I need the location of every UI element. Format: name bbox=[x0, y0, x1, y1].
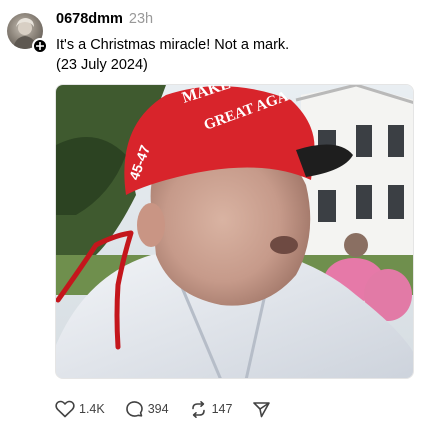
post-text-line: (23 July 2024) bbox=[56, 57, 148, 73]
thread-post: 0678dmm 23h It's a Christmas miracle! No… bbox=[0, 0, 448, 433]
reply-button[interactable]: 394 bbox=[125, 400, 169, 419]
post-text-line: It's a Christmas miracle! Not a mark. bbox=[56, 37, 290, 53]
like-button[interactable]: 1.4K bbox=[55, 400, 105, 418]
repost-count: 147 bbox=[211, 402, 233, 416]
speech-bubble-icon bbox=[125, 400, 143, 417]
plus-icon bbox=[36, 42, 44, 50]
reply-count: 394 bbox=[147, 402, 169, 416]
post-timestamp[interactable]: 23h bbox=[129, 11, 153, 27]
repost-icon bbox=[191, 400, 205, 418]
send-icon bbox=[253, 401, 271, 417]
username-link[interactable]: 0678dmm bbox=[56, 11, 123, 27]
heart-icon bbox=[55, 400, 75, 418]
photo-illustration: MAKE GREAT AGA 45-47 bbox=[56, 85, 413, 378]
share-button[interactable] bbox=[252, 400, 271, 419]
follow-button[interactable] bbox=[32, 38, 48, 54]
like-count: 1.4K bbox=[79, 402, 105, 416]
post-image[interactable]: MAKE GREAT AGA 45-47 bbox=[55, 84, 414, 379]
post-text: It's a Christmas miracle! Not a mark. (2… bbox=[56, 35, 289, 75]
repost-button[interactable]: 147 bbox=[189, 400, 233, 419]
action-bar: 1.4K 394 147 bbox=[55, 399, 271, 419]
avatar[interactable] bbox=[7, 13, 48, 54]
post-header: 0678dmm 23h bbox=[56, 11, 153, 29]
